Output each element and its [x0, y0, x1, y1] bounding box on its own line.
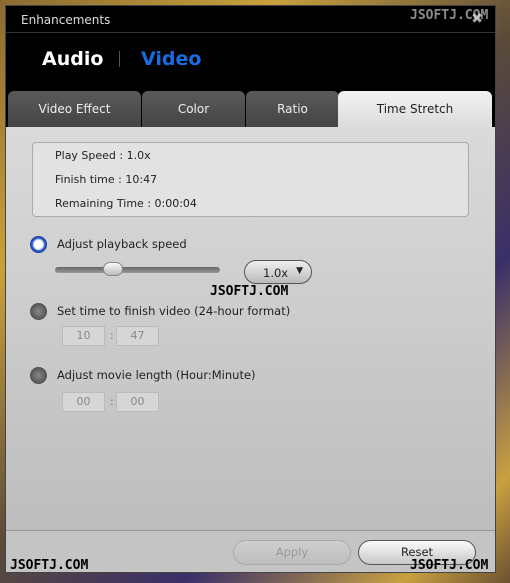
window-title: Enhancements: [21, 13, 111, 27]
tab-time-stretch[interactable]: Time Stretch: [338, 91, 492, 127]
divider: [119, 51, 120, 67]
watermark: JSOFTJ.COM: [410, 8, 489, 23]
finish-time-label: Set time to finish video (24-hour format…: [57, 304, 291, 318]
finish-hour-input[interactable]: 10: [62, 326, 105, 346]
tab-audio[interactable]: Audio: [42, 48, 103, 70]
finish-time-radio[interactable]: [30, 303, 47, 320]
finish-time-text: Finish time : 10:47: [55, 173, 158, 186]
slider-thumb[interactable]: [103, 262, 123, 276]
chevron-down-icon: ▼: [296, 266, 303, 276]
movie-length-label: Adjust movie length (Hour:Minute): [57, 368, 256, 382]
info-box: Play Speed : 1.0x Finish time : 10:47 Re…: [32, 142, 469, 217]
tab-video-effect[interactable]: Video Effect: [8, 91, 141, 127]
video-tabs: Video Effect Color Ratio Time Stretch: [6, 91, 495, 127]
watermark: JSOFTJ.COM: [410, 558, 489, 573]
length-minute-input[interactable]: 00: [116, 392, 159, 412]
watermark: JSOFTJ.COM: [10, 558, 89, 573]
tab-color[interactable]: Color: [142, 91, 245, 127]
adjust-speed-label: Adjust playback speed: [57, 237, 187, 251]
tab-video[interactable]: Video: [141, 48, 201, 70]
colon: :: [110, 329, 114, 342]
colon: :: [110, 395, 114, 408]
play-speed-text: Play Speed : 1.0x: [55, 149, 151, 162]
media-type-header: Audio Video: [6, 33, 495, 91]
time-stretch-panel: Play Speed : 1.0x Finish time : 10:47 Re…: [6, 127, 495, 530]
length-hour-input[interactable]: 00: [62, 392, 105, 412]
speed-value: 1.0x: [263, 266, 289, 280]
watermark: JSOFTJ.COM: [210, 284, 289, 299]
remaining-time-text: Remaining Time : 0:00:04: [55, 197, 197, 210]
speed-dropdown[interactable]: 1.0x ▼: [244, 260, 312, 284]
adjust-speed-radio[interactable]: [30, 236, 47, 253]
speed-slider[interactable]: [55, 262, 220, 276]
movie-length-radio[interactable]: [30, 367, 47, 384]
finish-minute-input[interactable]: 47: [116, 326, 159, 346]
apply-button[interactable]: Apply: [233, 540, 351, 565]
tab-ratio[interactable]: Ratio: [246, 91, 339, 127]
